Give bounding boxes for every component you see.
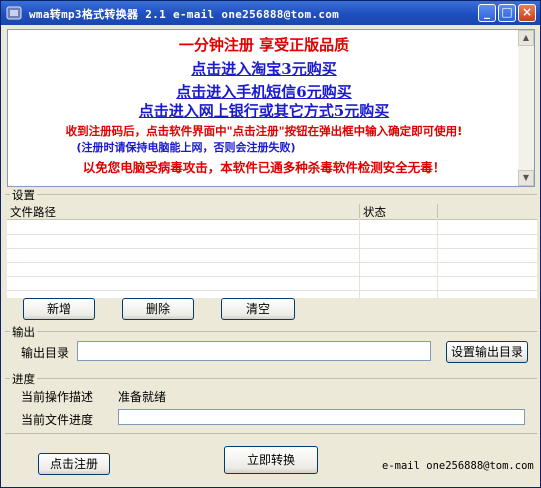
clear-button[interactable]: 清空 bbox=[221, 298, 295, 320]
file-table[interactable]: 文件路径 状态 bbox=[7, 202, 537, 298]
column-file-path[interactable]: 文件路径 bbox=[10, 204, 56, 220]
register-button[interactable]: 点击注册 bbox=[38, 453, 110, 475]
register-notice: 收到注册码后，点击软件界面中"点击注册"按钮在弹出框中输入确定即可使用! bbox=[65, 124, 463, 138]
title-bar[interactable]: wma转mp3格式转换器 2.1 e-mail one256888@tom.co… bbox=[1, 1, 540, 25]
file-progress-bar bbox=[118, 409, 525, 425]
progress-divider bbox=[5, 378, 537, 379]
settings-group-label: 设置 bbox=[10, 187, 37, 203]
scroll-up-icon[interactable]: ▲ bbox=[518, 30, 534, 46]
current-op-label: 当前操作描述 bbox=[21, 390, 94, 404]
output-dir-input[interactable] bbox=[77, 341, 431, 361]
app-icon bbox=[6, 6, 22, 20]
app-window: wma转mp3格式转换器 2.1 e-mail one256888@tom.co… bbox=[0, 0, 541, 488]
network-notice: (注册时请保持电脑能上网，否则会注册失败) bbox=[76, 141, 296, 154]
output-group-label: 输出 bbox=[10, 324, 37, 340]
convert-now-button[interactable]: 立即转换 bbox=[224, 446, 318, 474]
add-button[interactable]: 新增 bbox=[23, 298, 95, 320]
bank-link[interactable]: 点击进入网上银行或其它方式5元购买 bbox=[139, 102, 389, 120]
scroll-down-icon[interactable]: ▼ bbox=[518, 170, 534, 186]
window-title: wma转mp3格式转换器 2.1 e-mail one256888@tom.co… bbox=[29, 8, 340, 21]
settings-divider bbox=[5, 194, 537, 195]
file-table-header: 文件路径 状态 bbox=[7, 202, 537, 220]
delete-button[interactable]: 删除 bbox=[122, 298, 194, 320]
ad-scrollbar[interactable]: ▲ ▼ bbox=[518, 30, 534, 186]
column-status[interactable]: 状态 bbox=[363, 204, 386, 220]
footer-divider bbox=[5, 433, 537, 434]
ad-panel: 一分钟注册 享受正版品质 点击进入淘宝3元购买 点击进入手机短信6元购买 点击进… bbox=[7, 29, 535, 187]
file-progress-label: 当前文件进度 bbox=[21, 413, 94, 427]
set-output-dir-button[interactable]: 设置输出目录 bbox=[446, 341, 528, 363]
maximize-button[interactable]: □ bbox=[498, 4, 516, 22]
ad-headline: 一分钟注册 享受正版品质 bbox=[178, 36, 350, 54]
output-dir-label: 输出目录 bbox=[21, 346, 70, 360]
output-divider bbox=[5, 331, 537, 332]
current-op-value: 准备就绪 bbox=[118, 390, 167, 404]
footer-email: e-mail one256888@tom.com bbox=[382, 460, 534, 472]
progress-group-label: 进度 bbox=[10, 371, 37, 387]
minimize-button[interactable]: _ bbox=[478, 4, 496, 22]
taobao-link[interactable]: 点击进入淘宝3元购买 bbox=[191, 60, 336, 78]
sms-link[interactable]: 点击进入手机短信6元购买 bbox=[176, 83, 351, 101]
safety-notice: 以免您电脑受病毒攻击，本软件已通多种杀毒软件检测安全无毒！ bbox=[82, 160, 446, 175]
close-button[interactable]: × bbox=[518, 4, 536, 22]
